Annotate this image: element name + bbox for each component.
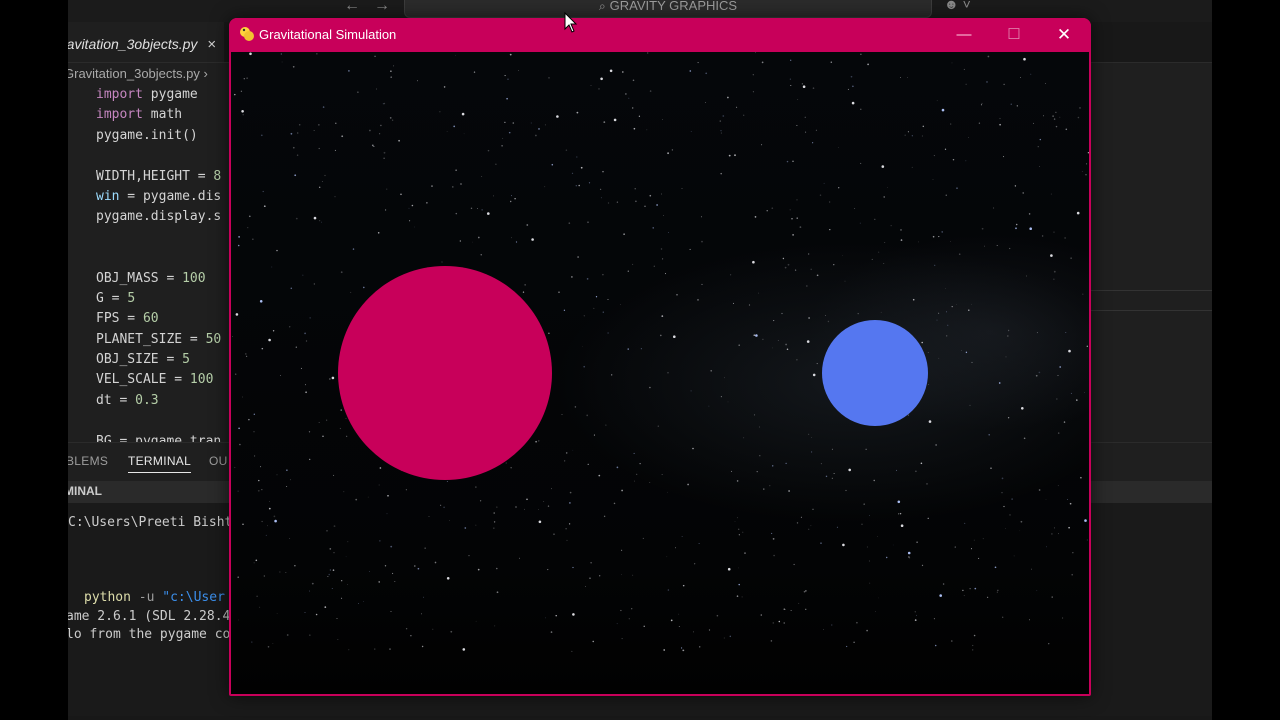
nav-arrows-icon[interactable]: ←→: [344, 0, 404, 15]
simulation-canvas[interactable]: [231, 52, 1089, 694]
breadcrumb-separator: ›: [203, 66, 208, 81]
tab-problems[interactable]: BLEMS: [68, 454, 108, 468]
left-black-margin: [0, 0, 68, 720]
breadcrumb-file[interactable]: Gravitation_3objects.py: [68, 66, 200, 81]
close-button[interactable]: ✕: [1041, 18, 1087, 52]
planet: [338, 266, 552, 480]
copilot-icon[interactable]: ☻ ˅: [944, 0, 971, 12]
minimize-button[interactable]: —: [941, 18, 987, 52]
maximize-button[interactable]: ☐: [991, 18, 1037, 52]
pygame-window[interactable]: Gravitational Simulation — ☐ ✕: [229, 18, 1091, 696]
terminal-header-label: MINAL: [68, 484, 102, 498]
minimap-divider: [1088, 290, 1212, 291]
close-tab-icon[interactable]: ×: [207, 36, 216, 53]
tab-gravitation-3objects[interactable]: ravitation_3objects.py ×: [68, 22, 225, 62]
terminal-line: lo from the pygame co: [68, 627, 231, 642]
status-strip: [68, 716, 1212, 720]
pygame-window-title: Gravitational Simulation: [259, 27, 397, 42]
tab-terminal[interactable]: TERMINAL: [128, 454, 192, 473]
search-icon: ⌕: [598, 0, 606, 13]
python-snake-icon: [240, 27, 254, 41]
minimap-divider: [1088, 310, 1212, 311]
tab-label: ravitation_3objects.py: [68, 36, 198, 52]
command-center[interactable]: ⌕ GRAVITY GRAPHICS: [404, 0, 932, 18]
orbiting-object: [822, 320, 928, 426]
pygame-title-bar[interactable]: Gravitational Simulation — ☐ ✕: [229, 18, 1091, 52]
tab-output[interactable]: OU: [209, 454, 228, 468]
command-center-label: GRAVITY GRAPHICS: [609, 0, 738, 13]
terminal-command-line: python -u "c:\User: [84, 590, 225, 605]
terminal-line: ame 2.6.1 (SDL 2.28.4: [68, 609, 231, 624]
right-black-margin: [1212, 0, 1280, 720]
terminal-line: C:\Users\Preeti Bisht: [68, 515, 233, 530]
simulation-bodies: [338, 266, 928, 480]
mouse-cursor-icon: [564, 12, 578, 33]
breadcrumb[interactable]: Gravitation_3objects.py ›: [68, 64, 208, 84]
